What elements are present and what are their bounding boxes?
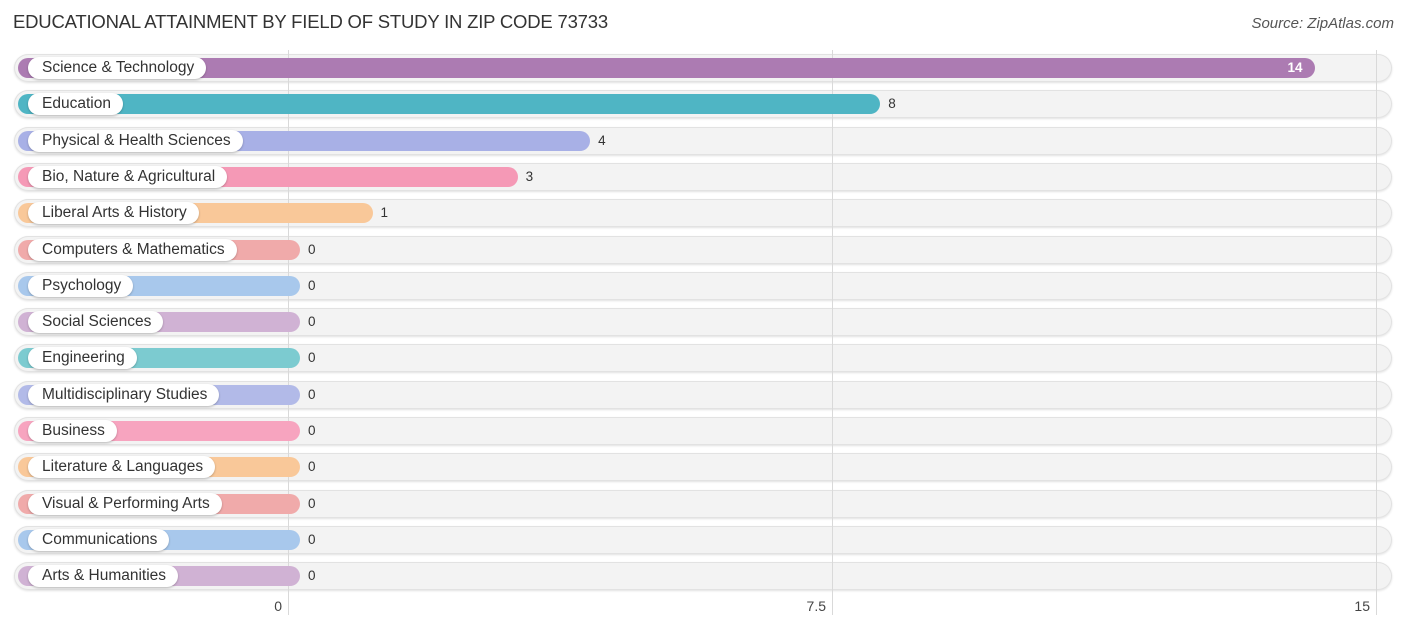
- value-label: 4: [598, 132, 606, 148]
- value-label: 0: [308, 386, 316, 402]
- value-label: 0: [308, 350, 316, 366]
- gridline-1: [832, 50, 833, 615]
- value-label: 0: [308, 495, 316, 511]
- value-label: 0: [308, 531, 316, 547]
- value-label: 0: [308, 314, 316, 330]
- value-label: 0: [308, 459, 316, 475]
- x-tick-label: 7.5: [806, 598, 826, 614]
- value-label: 3: [525, 168, 534, 184]
- bar-chart: Science & Technology 14 Education 8 Physical…: [0, 0, 1406, 631]
- value-label: 14: [1287, 60, 1303, 75]
- category-label: Computers & Mathematics: [28, 238, 237, 261]
- value-label: 0: [308, 568, 316, 584]
- value-label: 0: [308, 423, 316, 438]
- category-label: Engineering: [28, 347, 137, 370]
- gridline-2: [1376, 50, 1377, 615]
- category-label: Liberal Arts & History: [28, 202, 199, 225]
- category-label: Bio, Nature & Agricultural: [28, 165, 228, 188]
- category-label: Multidisciplinary Studies: [28, 383, 220, 406]
- value-label: 1: [380, 205, 389, 221]
- category-label: Physical & Health Sciences: [28, 129, 243, 152]
- value-label: 0: [308, 277, 316, 293]
- category-label: Arts & Humanities: [28, 565, 179, 588]
- bar[interactable]: [18, 94, 881, 115]
- category-label: Business: [28, 420, 117, 442]
- bar[interactable]: [18, 58, 1316, 78]
- value-label: 8: [888, 96, 896, 112]
- category-label: Communications: [28, 528, 170, 551]
- x-tick-label: 15: [1354, 598, 1370, 614]
- category-label: Visual & Performing Arts: [28, 492, 222, 515]
- category-label: Literature & Languages: [28, 456, 216, 479]
- category-label: Social Sciences: [28, 311, 164, 334]
- category-label: Psychology: [28, 274, 134, 297]
- x-tick-label: 0: [274, 598, 282, 614]
- category-label: Science & Technology: [28, 57, 207, 79]
- value-label: 0: [308, 241, 316, 257]
- category-label: Education: [28, 93, 123, 116]
